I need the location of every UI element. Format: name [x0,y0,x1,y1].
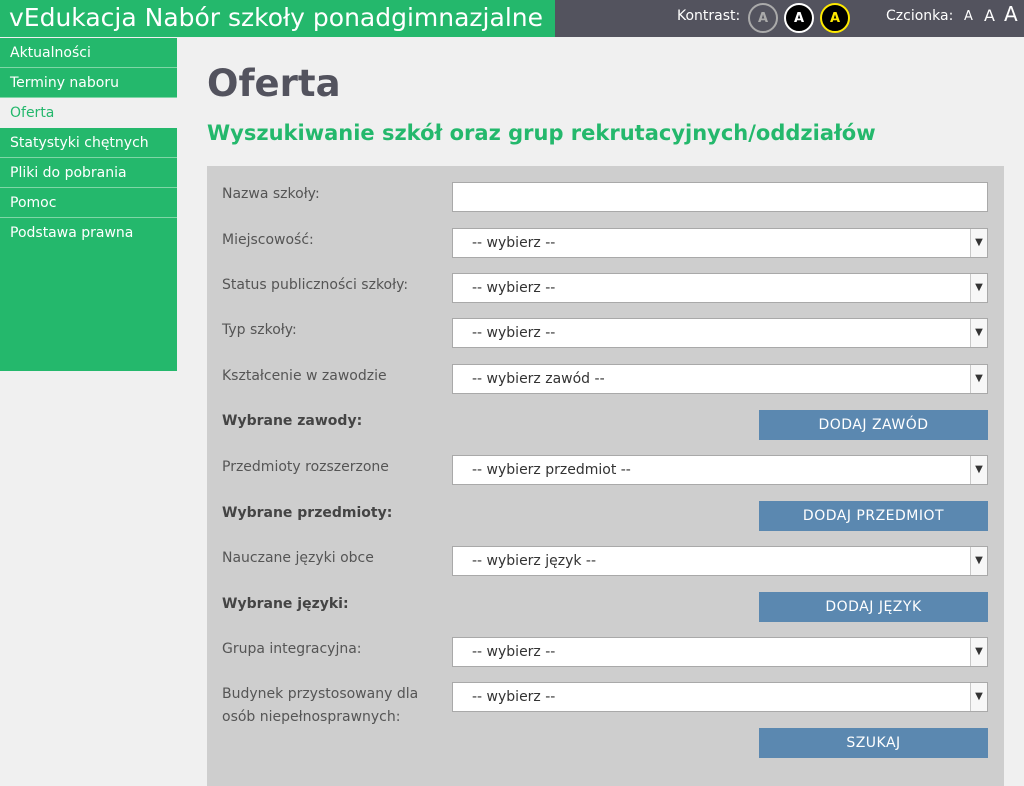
accessible-select-value: -- wybierz -- [472,689,556,705]
town-select[interactable]: -- wybierz -- ▼ [452,228,988,258]
font-size-label: Czcionka: [886,8,954,24]
sidebar-item-pliki[interactable]: Pliki do pobrania [0,158,177,188]
school-name-input[interactable] [452,182,988,212]
integration-select[interactable]: -- wybierz -- ▼ [452,637,988,667]
status-select-value: -- wybierz -- [472,280,556,296]
sidebar-item-aktualnosci[interactable]: Aktualności [0,38,177,68]
font-size-large-button[interactable]: A [1004,2,1018,26]
sidebar-item-oferta[interactable]: Oferta [0,98,177,128]
chevron-down-icon: ▼ [970,365,987,393]
languages-label: Nauczane języki obce [222,550,374,566]
town-label: Miejscowość: [222,232,314,248]
sidebar-nav: Aktualności Terminy naboru Oferta Statys… [0,38,177,371]
vocational-label: Kształcenie w zawodzie [222,368,387,384]
page-subtitle: Wyszukiwanie szkół oraz grup rekrutacyjn… [207,121,876,145]
chevron-down-icon: ▼ [970,638,987,666]
contrast-label: Kontrast: [677,8,741,24]
status-select[interactable]: -- wybierz -- ▼ [452,273,988,303]
accessible-label-line1: Budynek przystosowany dla [222,686,419,702]
accessible-label-line2: osób niepełnosprawnych: [222,709,401,725]
top-bar: vEdukacja Nabór szkoły ponadgimnazjalne … [0,0,1024,37]
chevron-down-icon: ▼ [970,456,987,484]
profession-select-value: -- wybierz zawód -- [472,371,605,387]
accessible-select[interactable]: -- wybierz -- ▼ [452,682,988,712]
language-select-value: -- wybierz język -- [472,553,597,569]
chevron-down-icon: ▼ [970,547,987,575]
school-type-select-value: -- wybierz -- [472,325,556,341]
subject-select[interactable]: -- wybierz przedmiot -- ▼ [452,455,988,485]
subject-select-value: -- wybierz przedmiot -- [472,462,631,478]
add-language-button[interactable]: DODAJ JĘZYK [759,592,988,622]
sidebar-item-podstawa-prawna[interactable]: Podstawa prawna [0,218,177,248]
language-select[interactable]: -- wybierz język -- ▼ [452,546,988,576]
school-type-select[interactable]: -- wybierz -- ▼ [452,318,988,348]
selected-languages-label: Wybrane języki: [222,596,349,612]
school-type-label: Typ szkoły: [222,322,297,338]
school-name-label: Nazwa szkoły: [222,186,320,202]
contrast-black-white-button[interactable]: A [784,3,814,33]
chevron-down-icon: ▼ [970,319,987,347]
status-label: Status publiczności szkoły: [222,277,409,293]
accessible-label: Budynek przystosowany dla osób niepełnos… [222,683,418,729]
search-button[interactable]: SZUKAJ [759,728,988,758]
sidebar-item-pomoc[interactable]: Pomoc [0,188,177,218]
page-title: Oferta [207,62,341,105]
integration-label: Grupa integracyjna: [222,641,362,657]
extended-subjects-label: Przedmioty rozszerzone [222,459,389,475]
integration-select-value: -- wybierz -- [472,644,556,660]
add-profession-button[interactable]: DODAJ ZAWÓD [759,410,988,440]
profession-select[interactable]: -- wybierz zawód -- ▼ [452,364,988,394]
chevron-down-icon: ▼ [970,229,987,257]
chevron-down-icon: ▼ [970,683,987,711]
search-form-panel: Nazwa szkoły: Miejscowość: -- wybierz --… [207,166,1004,786]
font-size-small-button[interactable]: A [964,9,973,24]
contrast-black-yellow-button[interactable]: A [820,3,850,33]
chevron-down-icon: ▼ [970,274,987,302]
app-title: vEdukacja Nabór szkoły ponadgimnazjalne [0,0,555,37]
font-size-medium-button[interactable]: A [984,6,995,25]
town-select-value: -- wybierz -- [472,235,556,251]
sidebar-item-statystyki[interactable]: Statystyki chętnych [0,128,177,158]
add-subject-button[interactable]: DODAJ PRZEDMIOT [759,501,988,531]
selected-professions-label: Wybrane zawody: [222,413,363,429]
sidebar-item-terminy-naboru[interactable]: Terminy naboru [0,68,177,98]
selected-subjects-label: Wybrane przedmioty: [222,505,393,521]
contrast-default-button[interactable]: A [748,3,778,33]
